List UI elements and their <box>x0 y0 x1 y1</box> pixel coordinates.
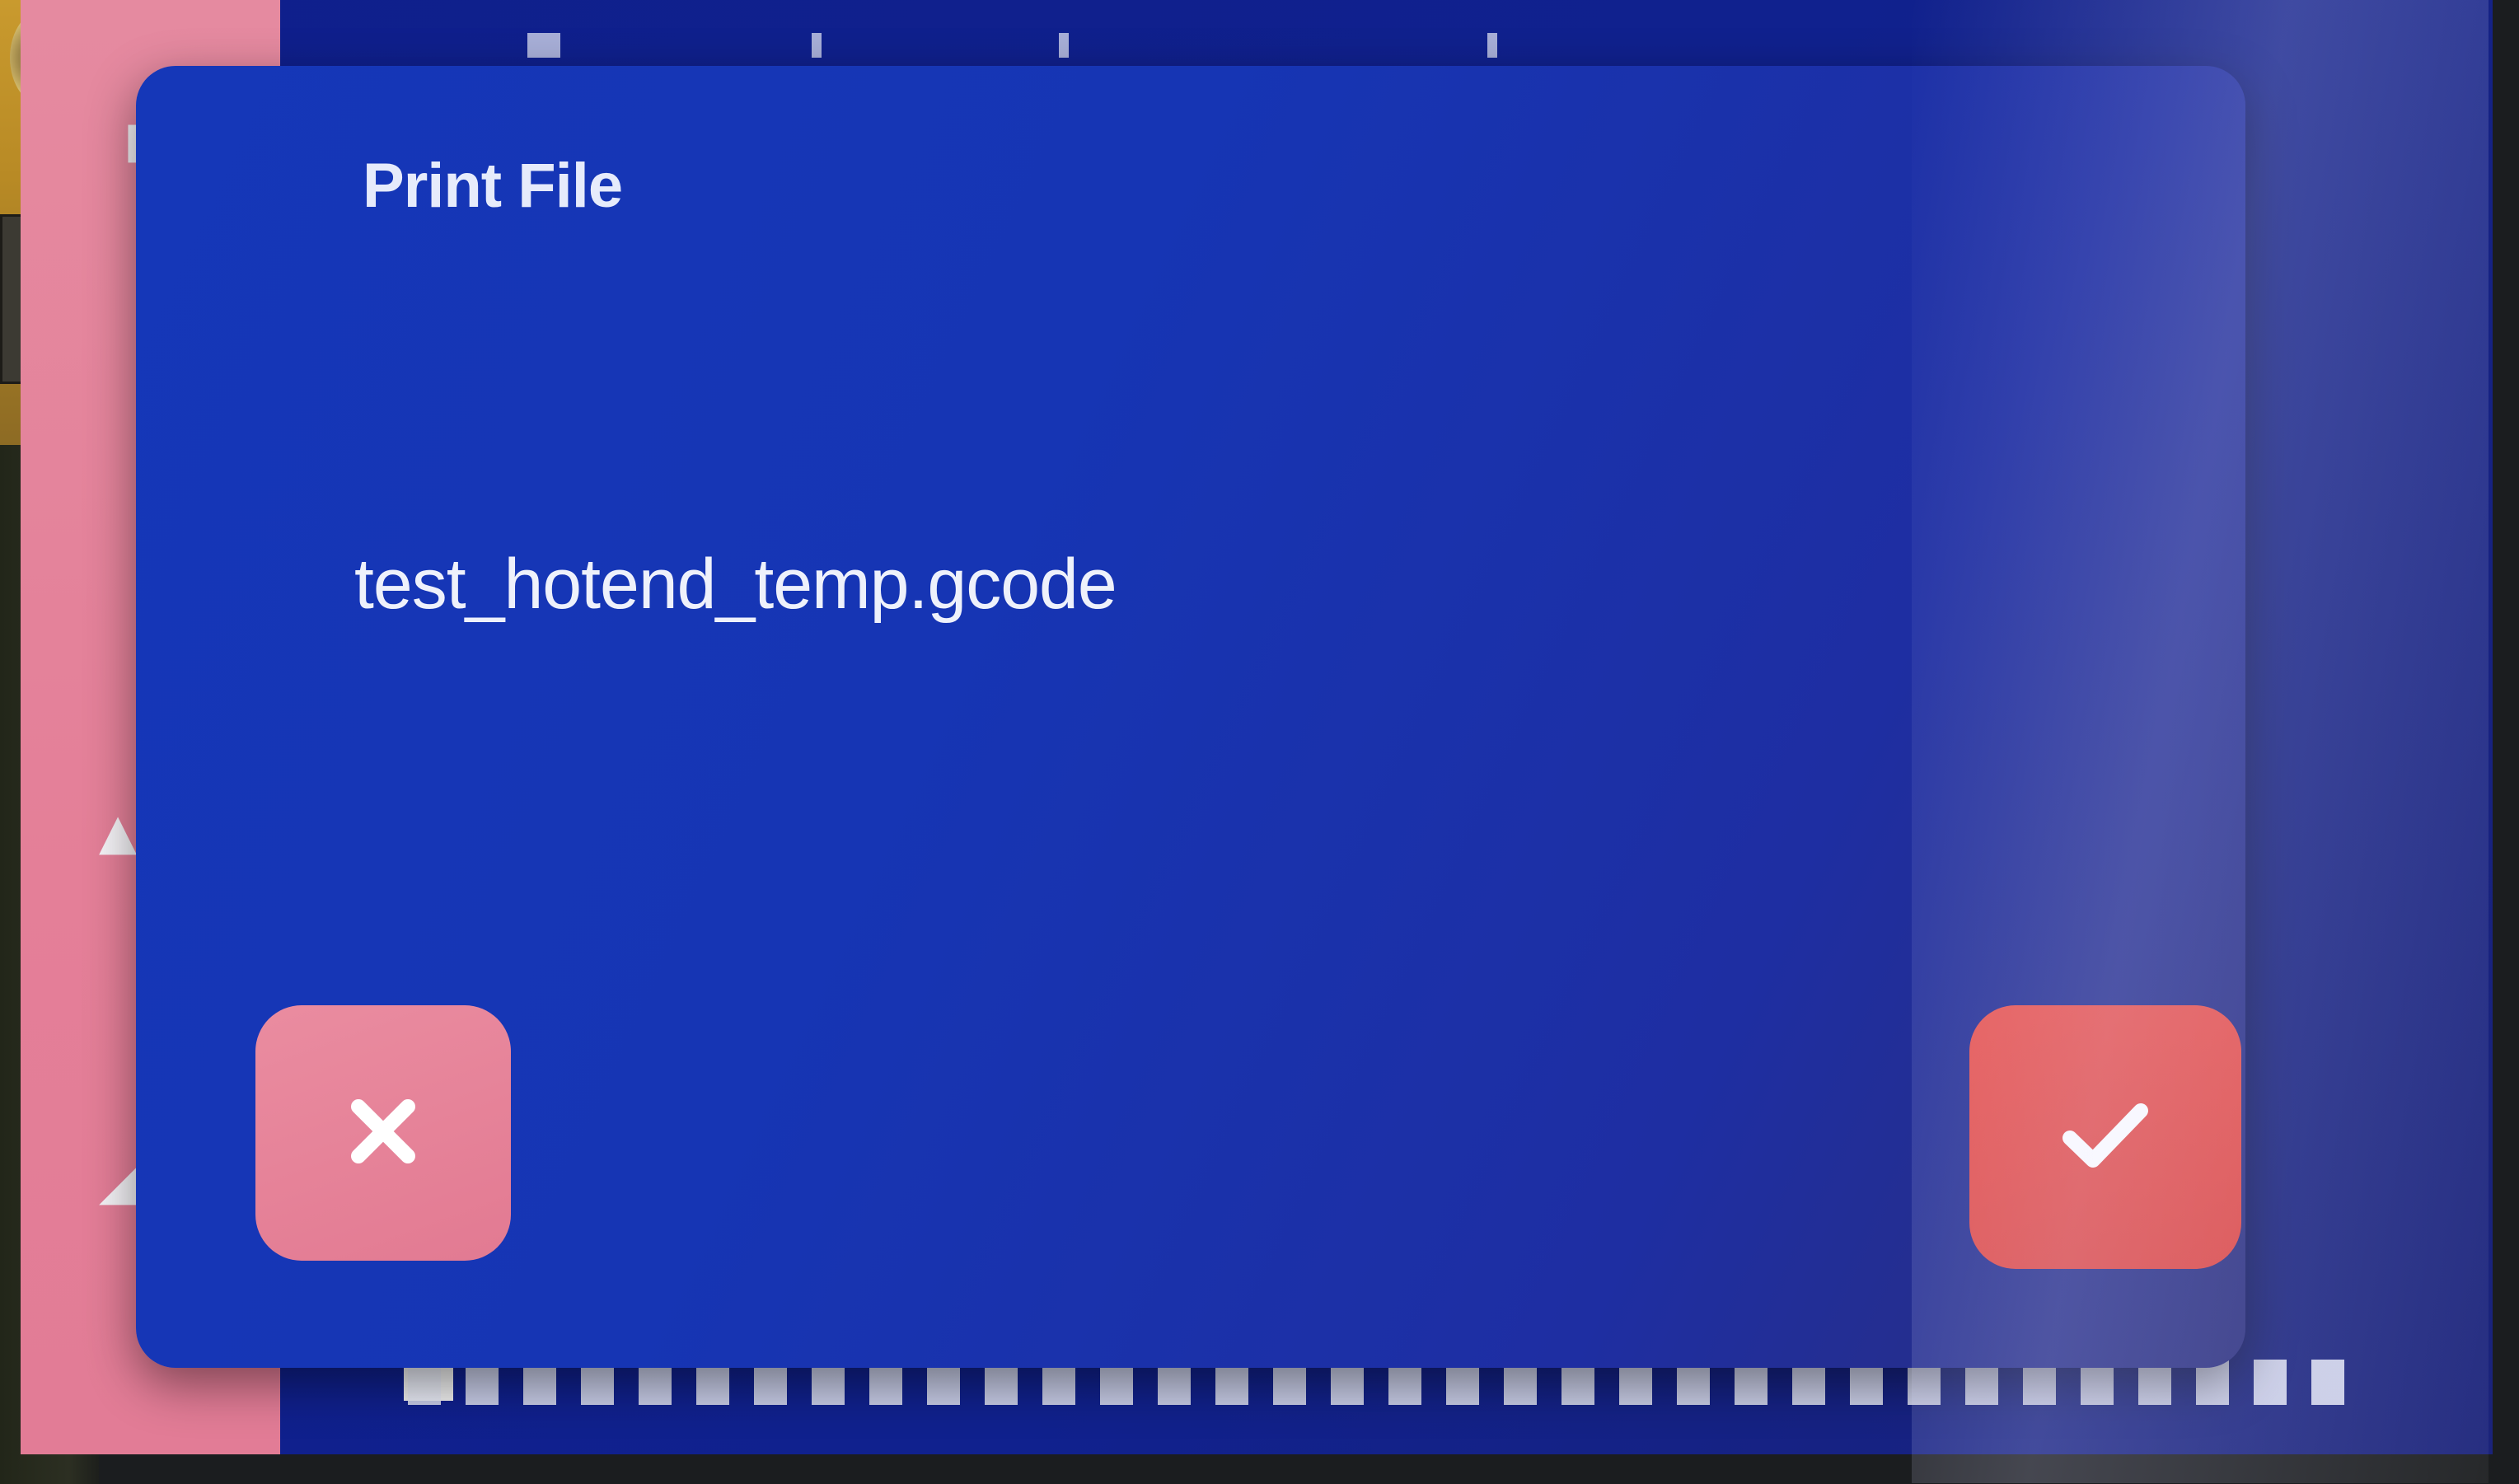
cancel-button[interactable] <box>255 1005 511 1261</box>
print-file-dialog <box>136 66 2245 1368</box>
file-name: test_hotend_temp.gcode <box>354 545 1117 624</box>
sidebar-icon: ◢ <box>99 1154 138 1211</box>
close-icon <box>346 1094 420 1172</box>
background-mark <box>1059 33 1069 58</box>
background-mark <box>812 33 822 58</box>
background-mark <box>1487 33 1497 58</box>
check-icon <box>2060 1098 2151 1176</box>
background-icon <box>527 33 560 58</box>
confirm-button[interactable] <box>1969 1005 2241 1269</box>
dialog-title: Print File <box>363 151 623 221</box>
sidebar-icon: ▲ <box>99 803 138 861</box>
